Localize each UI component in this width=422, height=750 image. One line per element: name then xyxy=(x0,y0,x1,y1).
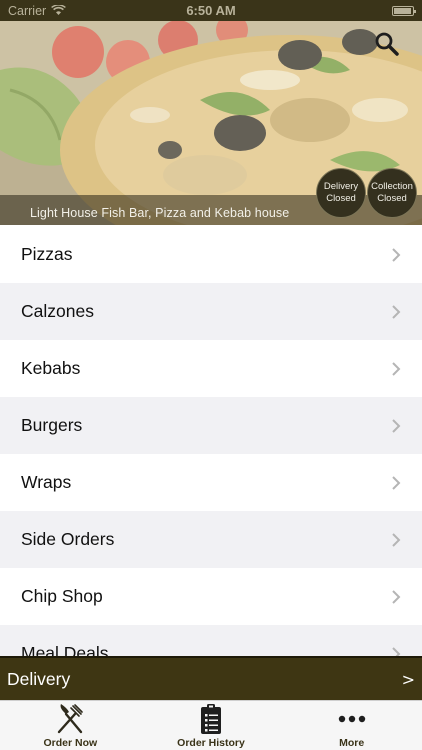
tab-order-now[interactable]: Order Now xyxy=(0,701,141,750)
menu-item-wraps[interactable]: Wraps xyxy=(0,454,422,511)
menu-item-label: Burgers xyxy=(21,415,83,435)
carrier-label: Carrier xyxy=(8,3,47,18)
menu-item-label: Chip Shop xyxy=(21,586,103,606)
chevron-right-icon xyxy=(392,361,401,376)
fork-knife-icon xyxy=(58,704,84,734)
shop-name: Light House Fish Bar, Pizza and Kebab ho… xyxy=(30,206,290,220)
menu-item-calzones[interactable]: Calzones xyxy=(0,283,422,340)
menu-item-label: Pizzas xyxy=(21,244,73,264)
chevron-right-icon xyxy=(392,304,401,319)
wifi-icon xyxy=(51,5,67,15)
collection-status-label: Collection xyxy=(371,181,413,192)
collection-status-value: Closed xyxy=(377,193,407,204)
chevron-right-icon xyxy=(392,589,401,604)
chevron-right-icon xyxy=(392,532,401,547)
tab-more[interactable]: More xyxy=(281,701,422,750)
menu-item-kebabs[interactable]: Kebabs xyxy=(0,340,422,397)
menu-item-label: Calzones xyxy=(21,301,94,321)
status-bar: Carrier 6:50 AM xyxy=(0,0,422,21)
menu-item-burgers[interactable]: Burgers xyxy=(0,397,422,454)
menu-category-list: Pizzas Calzones Kebabs Burgers Wraps Sid… xyxy=(0,226,422,656)
delivery-mode-arrow: > xyxy=(401,669,415,689)
menu-item-pizzas[interactable]: Pizzas xyxy=(0,226,422,283)
chevron-right-icon xyxy=(392,418,401,433)
tab-order-history[interactable]: Order History xyxy=(141,701,282,750)
menu-item-meal-deals[interactable]: Meal Deals xyxy=(0,625,422,656)
search-icon xyxy=(375,32,399,56)
tab-bar: Order Now Order History More xyxy=(0,700,422,750)
delivery-status-label: Delivery xyxy=(323,181,359,192)
menu-item-chip-shop[interactable]: Chip Shop xyxy=(0,568,422,625)
delivery-mode-bar[interactable]: Delivery > xyxy=(0,656,422,700)
search-button[interactable] xyxy=(374,31,400,57)
collection-status-badge: Collection Closed xyxy=(367,168,417,218)
menu-item-label: Kebabs xyxy=(21,358,81,378)
menu-item-label: Side Orders xyxy=(21,529,115,549)
more-dots-icon xyxy=(338,715,365,723)
tab-label: Order History xyxy=(177,737,245,749)
delivery-status-value: Closed xyxy=(326,193,356,204)
chevron-right-icon xyxy=(392,475,401,490)
tab-label: Order Now xyxy=(43,737,98,749)
hero-banner: Light House Fish Bar, Pizza and Kebab ho… xyxy=(0,0,422,225)
delivery-status-badge: Delivery Closed xyxy=(316,168,366,218)
battery-icon xyxy=(392,5,416,16)
chevron-right-icon xyxy=(392,646,401,656)
clipboard-list-icon xyxy=(201,704,221,734)
menu-item-label: Meal Deals xyxy=(21,643,109,656)
delivery-mode-label: Delivery xyxy=(7,668,71,689)
menu-item-side-orders[interactable]: Side Orders xyxy=(0,511,422,568)
tab-label: More xyxy=(339,737,365,749)
chevron-right-icon xyxy=(392,247,401,262)
menu-item-label: Wraps xyxy=(21,472,72,492)
